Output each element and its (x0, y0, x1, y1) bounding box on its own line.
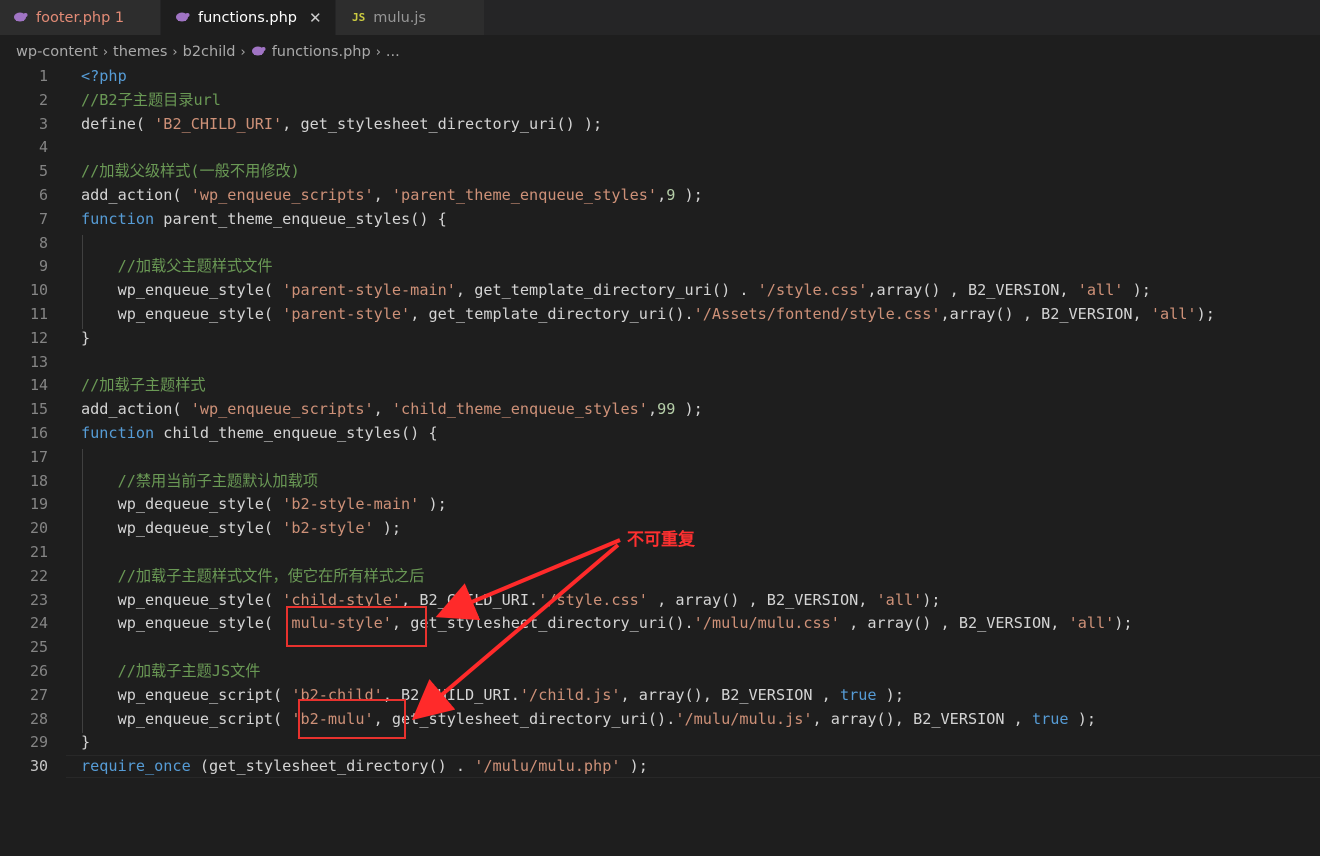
arrow-to-b2-mulu (411, 543, 620, 721)
arrow-to-mulu-style (435, 538, 621, 621)
annotation-arrows (411, 538, 621, 721)
annotation-label: 不可重复 (627, 530, 695, 550)
